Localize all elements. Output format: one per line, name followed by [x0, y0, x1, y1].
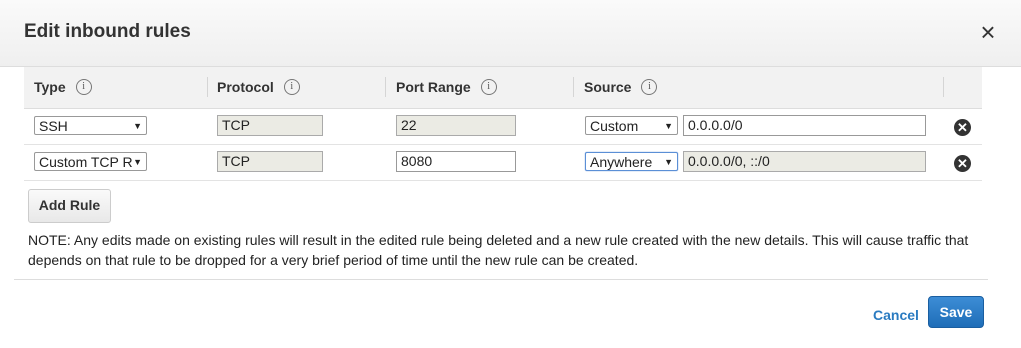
info-icon[interactable]: i — [641, 79, 658, 96]
close-icon[interactable]: × — [976, 19, 1000, 45]
column-divider — [385, 77, 386, 97]
column-header-port-range-label: Port Range — [396, 79, 471, 95]
column-header-protocol-label: Protocol — [217, 79, 274, 95]
info-icon[interactable]: i — [480, 79, 497, 96]
column-header-protocol: Protocol i — [217, 67, 300, 108]
port-range-input[interactable]: 8080 — [396, 151, 516, 172]
info-icon[interactable]: i — [75, 79, 92, 96]
type-select[interactable]: SSH ▼ — [34, 116, 147, 135]
chevron-down-icon: ▼ — [133, 157, 142, 167]
dialog-title: Edit inbound rules — [24, 21, 191, 42]
divider — [14, 279, 988, 280]
table-row: Custom TCP R ▼ TCP 8080 Anywhere ▼ 0.0.0… — [24, 144, 982, 181]
column-header-type-label: Type — [34, 79, 66, 95]
cancel-button[interactable]: Cancel — [873, 307, 919, 323]
protocol-field: TCP — [217, 151, 323, 172]
info-icon[interactable]: i — [283, 79, 300, 96]
source-select[interactable]: Anywhere ▼ — [585, 152, 678, 171]
source-select-value: Anywhere — [590, 154, 653, 170]
column-divider — [943, 77, 944, 97]
add-rule-button[interactable]: Add Rule — [28, 189, 111, 223]
source-select[interactable]: Custom ▼ — [585, 116, 678, 135]
rules-table-header: Type i Protocol i Port Range i Source i — [24, 67, 982, 109]
chevron-down-icon: ▼ — [664, 121, 673, 131]
remove-icon[interactable]: ✕ — [954, 119, 971, 136]
source-select-value: Custom — [590, 118, 639, 134]
column-divider — [573, 77, 574, 97]
save-button[interactable]: Save — [928, 296, 984, 328]
type-select-value: SSH — [39, 118, 68, 134]
type-select-value: Custom TCP R — [39, 154, 133, 170]
column-header-source: Source i — [584, 67, 658, 108]
remove-icon[interactable]: ✕ — [954, 155, 971, 172]
column-divider — [207, 77, 208, 97]
column-header-type: Type i — [34, 67, 92, 108]
dialog-header: Edit inbound rules × — [0, 0, 1021, 67]
chevron-down-icon: ▼ — [133, 121, 142, 131]
port-range-field: 22 — [396, 115, 516, 136]
note-text: NOTE: Any edits made on existing rules w… — [28, 232, 969, 268]
type-select[interactable]: Custom TCP R ▼ — [34, 152, 147, 171]
column-header-source-label: Source — [584, 79, 632, 95]
source-cidr-field: 0.0.0.0/0, ::/0 — [683, 151, 926, 172]
source-cidr-input[interactable]: 0.0.0.0/0 — [683, 115, 926, 136]
chevron-down-icon: ▼ — [664, 157, 673, 167]
protocol-field: TCP — [217, 115, 323, 136]
table-row: SSH ▼ TCP 22 Custom ▼ 0.0.0.0/0 ✕ — [24, 108, 982, 145]
column-header-port-range: Port Range i — [396, 67, 497, 108]
